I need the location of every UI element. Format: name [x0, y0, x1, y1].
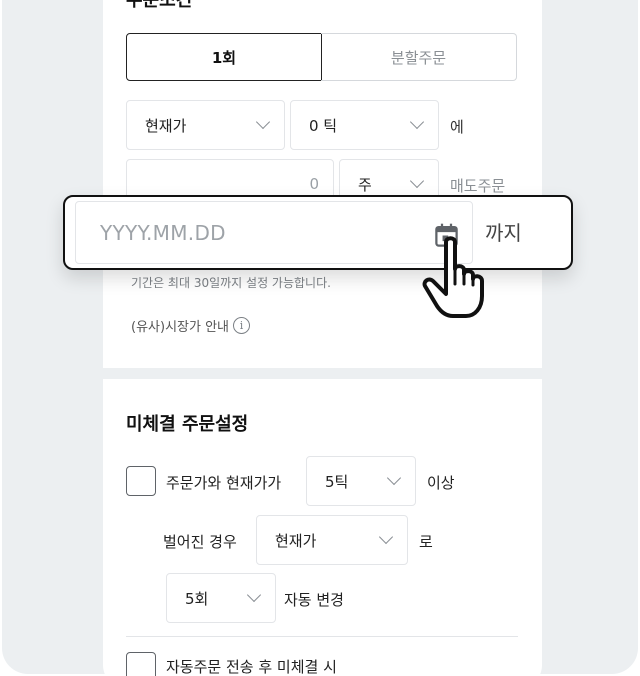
- market-price-guide-label: (유사)시장가 안내: [131, 320, 229, 335]
- replace-price-value: 현재가: [275, 531, 317, 550]
- gap-suffix-label: 이상: [427, 474, 455, 492]
- auto-order-text: 자동주문 전송 후 미체결 시: [166, 658, 337, 676]
- chevron-down-icon: [246, 587, 262, 603]
- gap-tick-select[interactable]: 5틱: [306, 456, 416, 506]
- auto-change-label: 자동 변경: [284, 591, 344, 609]
- tab-split-order[interactable]: 분할주문: [321, 33, 517, 81]
- tick-offset-select[interactable]: 0 틱: [290, 100, 439, 150]
- replace-suffix-label: 로: [419, 533, 433, 551]
- tick-offset-value: 0 틱: [309, 116, 338, 135]
- auto-order-checkbox[interactable]: [126, 652, 156, 676]
- chevron-down-icon: [409, 114, 425, 130]
- tick-suffix-label: 에: [450, 118, 464, 136]
- change-count-select[interactable]: 5회: [166, 573, 276, 623]
- end-date-popup: YYYY.MM.DD 까지: [63, 195, 573, 270]
- unfilled-settings-title: 미체결 주문설정: [126, 414, 249, 435]
- chevron-down-icon: [378, 529, 394, 545]
- end-date-placeholder: YYYY.MM.DD: [100, 221, 226, 245]
- info-icon[interactable]: i: [233, 317, 250, 334]
- price-gap-checkbox[interactable]: [126, 466, 156, 496]
- order-condition-title: 주문조건: [126, 0, 193, 11]
- tab-once[interactable]: 1회: [126, 33, 322, 81]
- price-type-value: 현재가: [145, 116, 187, 135]
- gap-condition-text: 벌어진 경우: [163, 533, 237, 551]
- end-date-input[interactable]: YYYY.MM.DD: [75, 201, 473, 264]
- chevron-down-icon: [255, 114, 271, 130]
- quantity-unit-value: 주: [358, 175, 372, 194]
- chevron-down-icon: [386, 470, 402, 486]
- chevron-down-icon: [409, 173, 425, 189]
- quantity-value: 0: [309, 175, 319, 193]
- section-divider: [126, 636, 518, 637]
- change-count-value: 5회: [185, 589, 209, 608]
- market-price-guide[interactable]: (유사)시장가 안내 i: [131, 316, 250, 335]
- price-type-select[interactable]: 현재가: [126, 100, 285, 150]
- sell-order-label: 매도주문: [450, 177, 506, 195]
- gap-tick-value: 5틱: [325, 472, 349, 491]
- replace-price-select[interactable]: 현재가: [256, 515, 408, 565]
- pointer-hand-icon: [422, 236, 484, 318]
- period-hint-text: 기간은 최대 30일까지 설정 가능합니다.: [131, 276, 331, 290]
- price-gap-text: 주문가와 현재가가: [166, 474, 282, 492]
